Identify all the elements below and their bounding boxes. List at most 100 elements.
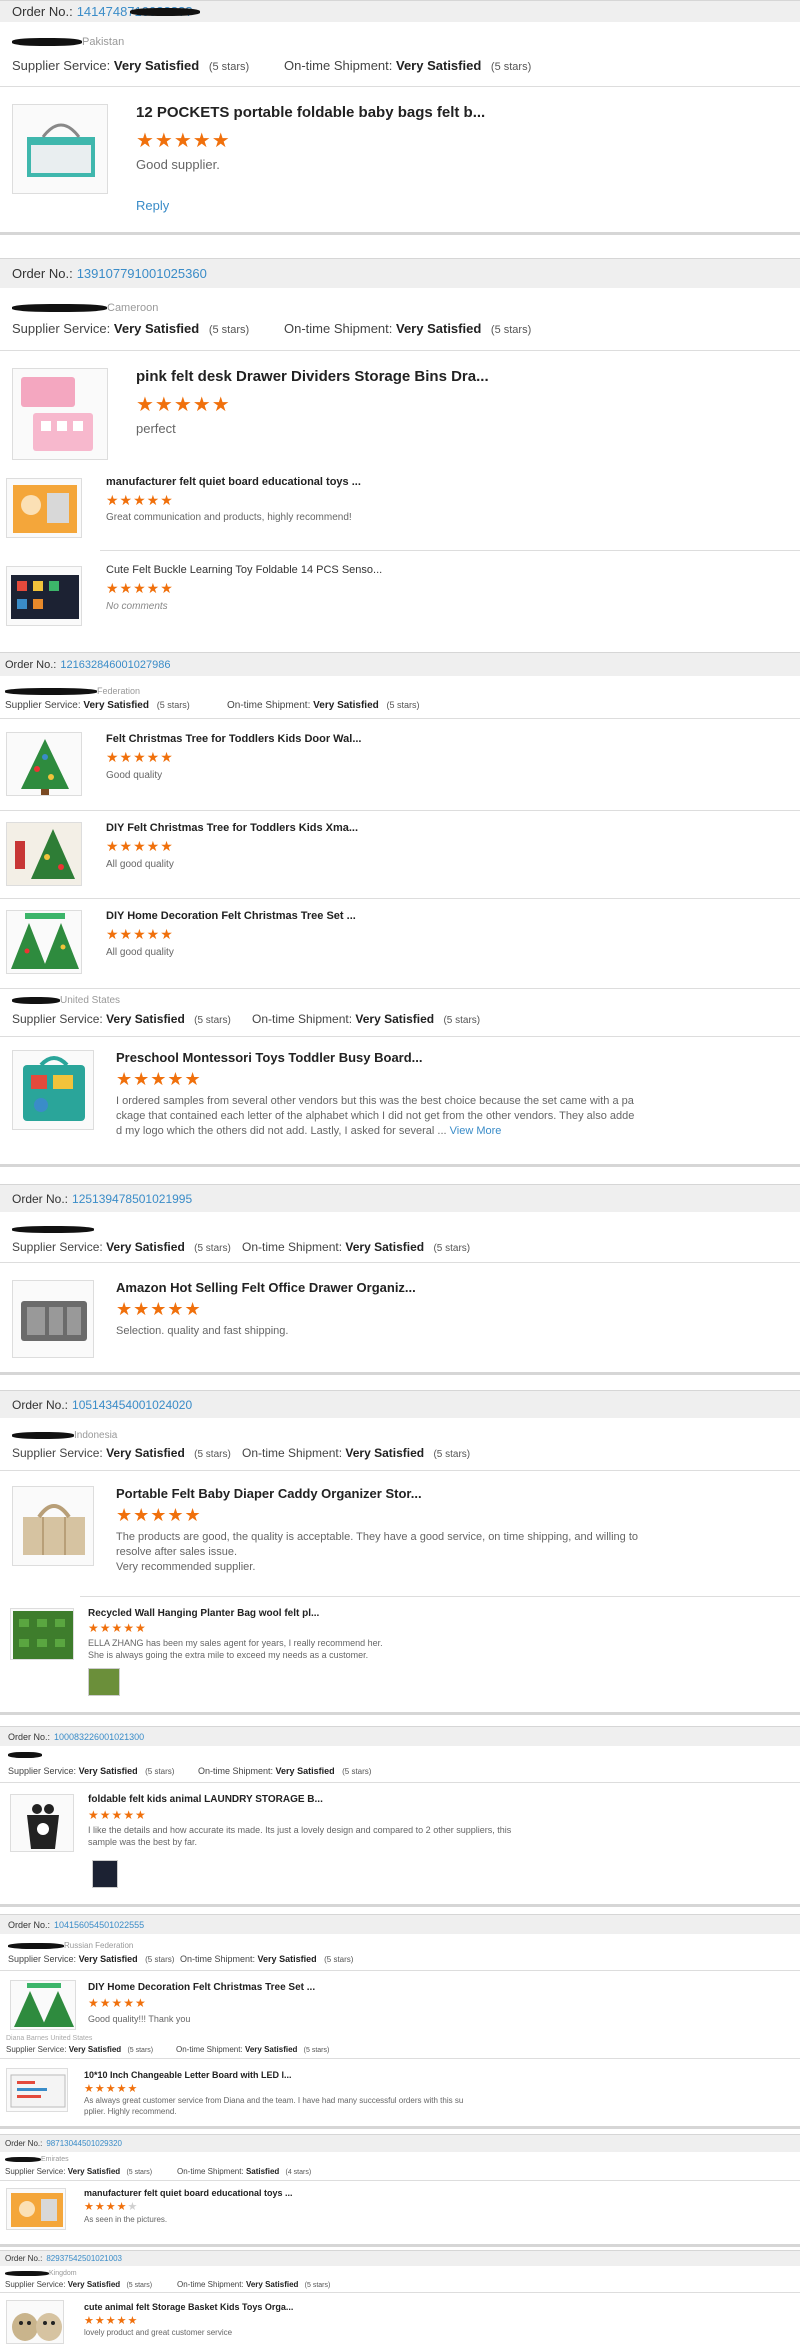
order-number-link[interactable]: 100083226001021300	[54, 1732, 144, 1742]
supplier-service-value: Very Satisfied	[106, 1240, 185, 1254]
supplier-service-stars: (5 stars)	[145, 1767, 175, 1776]
product-title-link[interactable]: Amazon Hot Selling Felt Office Drawer Or…	[116, 1280, 416, 1295]
supplier-service-stars: (5 stars)	[208, 61, 250, 73]
review-comment: perfect	[136, 421, 176, 436]
supplier-service-value: Very Satisfied	[83, 700, 149, 711]
ontime-shipment-stars: (5 stars)	[490, 324, 532, 336]
review-comment: As always great customer service from Di…	[84, 2096, 463, 2118]
buyer-info: Emirates	[5, 2156, 800, 2163]
baby-bag-image[interactable]	[12, 104, 108, 194]
busy-board-image[interactable]	[12, 1050, 94, 1130]
review-comment-line: ELLA ZHANG has been my sales agent for y…	[88, 1638, 383, 1648]
supplier-service-label: Supplier Service:	[5, 700, 81, 711]
quiet-board-image[interactable]	[6, 2188, 66, 2230]
ontime-shipment-stars: (5 stars)	[386, 700, 420, 710]
order-label: Order No.:	[5, 658, 57, 671]
ontime-shipment-value: Very Satisfied	[245, 2280, 299, 2289]
ontime-shipment-label: On-time Shipment:	[284, 58, 393, 73]
review-comment: All good quality	[106, 947, 174, 958]
storage-basket-image[interactable]	[6, 2300, 64, 2344]
product-title-link[interactable]: DIY Home Decoration Felt Christmas Tree …	[88, 1982, 315, 1993]
quiet-board-image[interactable]	[6, 478, 82, 538]
order-label: Order No.:	[12, 266, 73, 281]
product-title-link[interactable]: DIY Felt Christmas Tree for Toddlers Kid…	[106, 822, 358, 834]
review-comment-line: She is always going the extra mile to ex…	[88, 1650, 369, 1661]
ontime-shipment-label: On-time Shipment:	[180, 1954, 256, 1964]
product-title-link[interactable]: Preschool Montessori Toys Toddler Busy B…	[116, 1050, 423, 1065]
supplier-service-label: Supplier Service:	[12, 321, 111, 336]
ontime-shipment-value: Very Satisfied	[345, 1446, 425, 1460]
buyer-info: Federation	[5, 686, 800, 696]
product-title-link[interactable]: 10*10 Inch Changeable Letter Board with …	[84, 2070, 292, 2080]
rating-stars: ★★★★★	[106, 749, 174, 765]
rating-stars: ★★★★★	[84, 2083, 139, 2095]
product-title-link[interactable]: foldable felt kids animal LAUNDRY STORAG…	[88, 1794, 323, 1805]
supplier-service-value: Very Satisfied	[113, 321, 200, 336]
buyer-country: Indonesia	[74, 1430, 118, 1441]
product-title-link[interactable]: DIY Home Decoration Felt Christmas Tree …	[106, 910, 356, 922]
product-title-link[interactable]: Recycled Wall Hanging Planter Bag wool f…	[88, 1608, 319, 1619]
product-title-link[interactable]: Cute Felt Buckle Learning Toy Foldable 1…	[106, 564, 382, 576]
order-bar: Order No.: 139107791001025360	[0, 258, 800, 288]
service-rating-row: Supplier Service: Very Satisfied (5 star…	[12, 321, 800, 336]
buyer-country: Kingdom	[49, 2270, 77, 2277]
letter-board-image[interactable]	[6, 2068, 68, 2112]
review-comment: As seen in the pictures.	[84, 2215, 168, 2224]
product-title-link[interactable]: manufacturer felt quiet board educationa…	[106, 476, 361, 488]
product-title-link[interactable]: 12 POCKETS portable foldable baby bags f…	[136, 104, 485, 121]
supplier-service-stars: (5 stars)	[194, 1015, 231, 1026]
product-title-link[interactable]: pink felt desk Drawer Dividers Storage B…	[136, 368, 489, 385]
review-comment: Good quality	[106, 770, 163, 781]
order-bar: Order No.: 121632846001027986	[0, 652, 800, 676]
order-number-link[interactable]: 139107791001025360	[77, 266, 207, 281]
pink-divider-image[interactable]	[12, 368, 108, 460]
review-photo[interactable]	[88, 1668, 120, 1696]
buyer-country: Emirates	[41, 2156, 69, 2163]
review-comment-line: d my logo which the others did not add. …	[116, 1124, 450, 1137]
product-title-link[interactable]: cute animal felt Storage Basket Kids Toy…	[84, 2302, 293, 2312]
diaper-caddy-image[interactable]	[12, 1486, 94, 1566]
order-label: Order No.:	[5, 2139, 43, 2148]
christmas-tree-set-image[interactable]	[6, 910, 82, 974]
christmas-tree-set-image[interactable]	[10, 1980, 76, 2030]
buyer-info: Russian Federation	[8, 1941, 800, 1950]
rating-stars: ★★★★★	[116, 1505, 202, 1525]
supplier-service-stars: (5 stars)	[194, 1243, 231, 1254]
review-comment: All good quality	[106, 859, 174, 870]
supplier-service-value: Very Satisfied	[68, 2045, 122, 2054]
christmas-tree-image[interactable]	[6, 822, 82, 886]
reply-link[interactable]: Reply	[136, 198, 169, 213]
laundry-storage-image[interactable]	[10, 1794, 74, 1852]
rating-stars: ★★★★★	[136, 394, 231, 416]
order-number-link[interactable]: 125139478501021995	[72, 1192, 192, 1206]
supplier-service-value: Very Satisfied	[78, 1954, 138, 1964]
rating-stars: ★★★★★	[106, 492, 174, 508]
ontime-shipment-stars: (5 stars)	[443, 1015, 481, 1026]
order-bar: Order No.: 125139478501021995	[0, 1184, 800, 1212]
order-number-link[interactable]: 104156054501022555	[54, 1920, 144, 1930]
redaction-mark	[8, 1942, 64, 1949]
planter-bag-image[interactable]	[10, 1608, 74, 1660]
supplier-service-stars: (5 stars)	[126, 2282, 153, 2289]
order-number-link[interactable]: 98713044501029320	[46, 2139, 122, 2148]
order-number-link[interactable]: 82937542501021003	[46, 2254, 122, 2263]
product-title-link[interactable]: Portable Felt Baby Diaper Caddy Organize…	[116, 1486, 422, 1501]
product-title-link[interactable]: Felt Christmas Tree for Toddlers Kids Do…	[106, 733, 362, 745]
review-comment: I like the details and how accurate its …	[88, 1824, 511, 1848]
christmas-tree-image[interactable]	[6, 732, 82, 796]
product-title-link[interactable]: manufacturer felt quiet board educationa…	[84, 2188, 293, 2198]
order-number-link[interactable]: 121632846001027986	[60, 659, 170, 671]
ontime-shipment-value: Very Satisfied	[257, 1954, 317, 1964]
ontime-shipment-stars: (5 stars)	[433, 1449, 471, 1460]
buckle-toy-image[interactable]	[6, 566, 82, 626]
ontime-shipment-value: Very Satisfied	[313, 700, 379, 711]
review-photo[interactable]	[92, 1860, 118, 1888]
redaction-mark	[5, 2157, 41, 2162]
drawer-organizer-image[interactable]	[12, 1280, 94, 1358]
ontime-shipment-value: Very Satisfied	[396, 58, 482, 73]
view-more-link[interactable]: View More	[450, 1125, 502, 1137]
order-bar: Order No.: 104156054501022555	[0, 1914, 800, 1934]
order-number-link[interactable]: 105143454001024020	[72, 1398, 192, 1412]
ontime-shipment-label: On-time Shipment:	[177, 2280, 244, 2289]
order-label: Order No.:	[12, 1397, 69, 1412]
